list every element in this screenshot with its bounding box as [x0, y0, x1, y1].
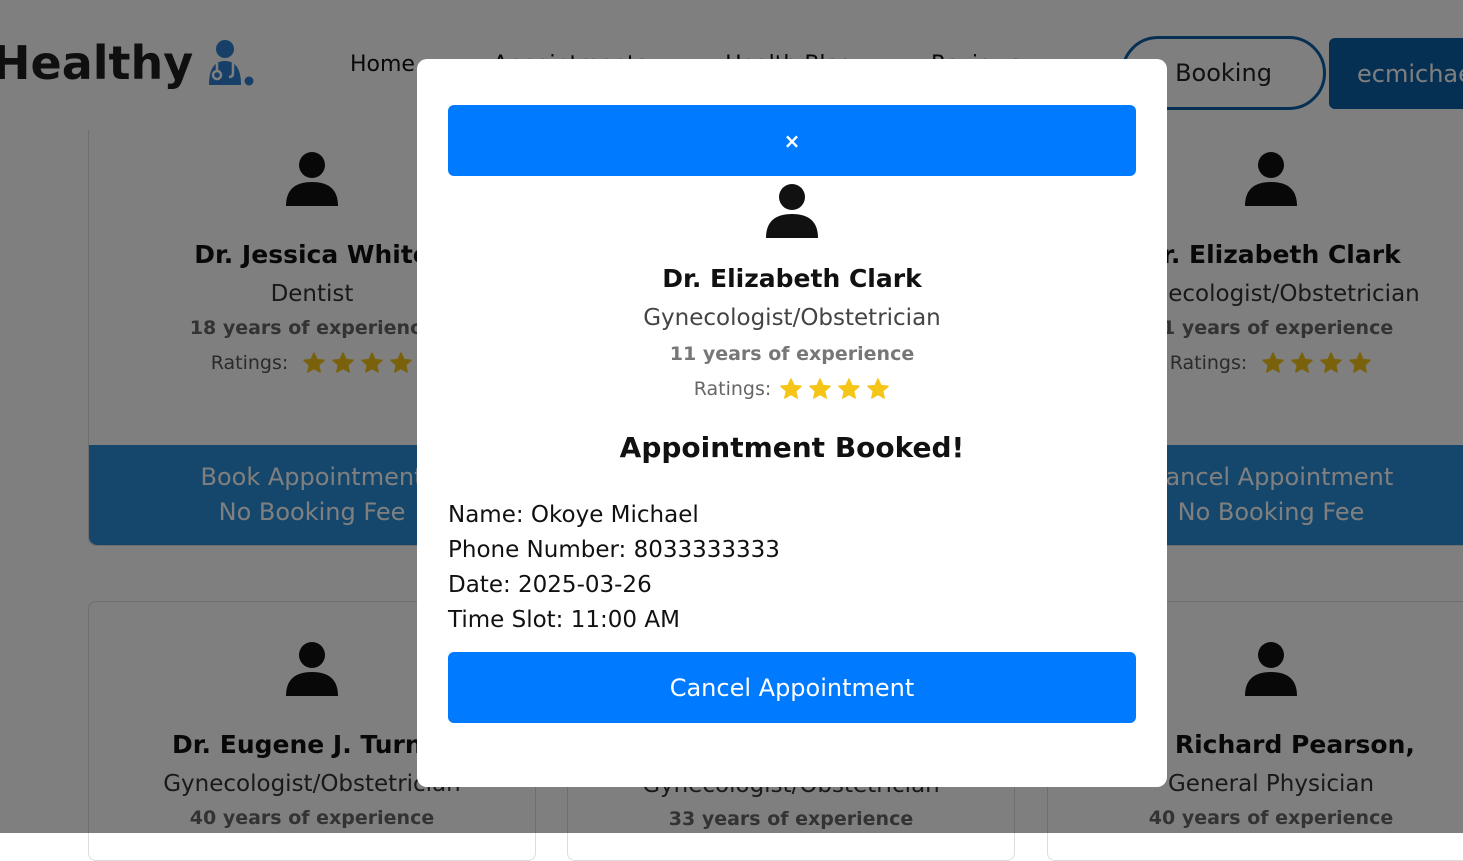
doctor-name: Dr. Elizabeth Clark — [662, 264, 922, 293]
doctor-specialty: Gynecologist/Obstetrician — [643, 305, 941, 331]
star-icon — [867, 378, 890, 399]
user-icon — [766, 184, 818, 238]
rating-stars — [779, 377, 890, 401]
close-button[interactable]: × — [448, 105, 1136, 176]
patient-phone: Phone Number: 8033333333 — [448, 537, 780, 563]
patient-name: Name: Okoye Michael — [448, 502, 699, 528]
close-icon: × — [783, 128, 801, 153]
star-icon — [809, 378, 832, 399]
appointment-details: Name: Okoye Michael Phone Number: 803333… — [448, 498, 1136, 638]
doctor-experience: 11 years of experience — [669, 343, 915, 365]
doctor-ratings: Ratings: — [448, 377, 1136, 401]
star-icon — [780, 378, 803, 399]
confirmation-title: Appointment Booked! — [619, 431, 965, 464]
appointment-date: Date: 2025-03-26 — [448, 572, 652, 598]
appointment-modal: × Dr. Elizabeth Clark Gynecologist/Obste… — [417, 59, 1167, 787]
star-icon — [838, 378, 861, 399]
appointment-time-slot: Time Slot: 11:00 AM — [448, 607, 680, 633]
ratings-label: Ratings: — [693, 378, 772, 400]
cancel-appointment-button[interactable]: Cancel Appointment — [448, 652, 1136, 723]
